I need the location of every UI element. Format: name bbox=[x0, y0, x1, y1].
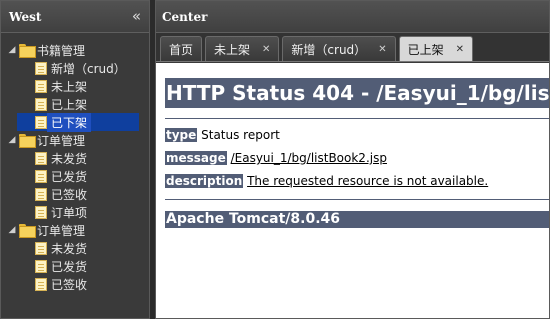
center-header: Center bbox=[156, 1, 549, 33]
tree-node-order-management-2[interactable]: ◢ 订单管理 bbox=[1, 221, 149, 239]
file-icon bbox=[35, 97, 47, 111]
message-label: message bbox=[165, 151, 227, 165]
description-value: The requested resource is not available. bbox=[247, 174, 489, 188]
tree-item-listed[interactable]: 已上架 bbox=[1, 95, 149, 113]
file-icon bbox=[35, 187, 47, 201]
close-icon[interactable]: ✕ bbox=[378, 44, 386, 55]
tree-item-shipped-2[interactable]: 已发货 bbox=[1, 257, 149, 275]
tab-label: 未上架 bbox=[214, 42, 251, 57]
file-icon bbox=[35, 151, 47, 165]
nav-tree: ◢ 书籍管理 新增（crud） 未上架 已上架 已下架 ◢ 订单管理 未发货 已… bbox=[1, 33, 149, 293]
description-label: description bbox=[165, 174, 244, 188]
collapse-icon[interactable]: « bbox=[132, 9, 141, 24]
tree-item-signed[interactable]: 已签收 bbox=[1, 185, 149, 203]
divider bbox=[165, 199, 549, 200]
tree-item-order-items[interactable]: 订单项 bbox=[1, 203, 149, 221]
file-icon bbox=[35, 61, 47, 75]
file-icon bbox=[35, 259, 47, 273]
tree-node-order-management[interactable]: ◢ 订单管理 bbox=[1, 131, 149, 149]
type-value: Status report bbox=[201, 128, 280, 142]
tab-label: 已上架 bbox=[407, 42, 444, 57]
tree-item-add-crud[interactable]: 新增（crud） bbox=[1, 59, 149, 77]
tab-content: HTTP Status 404 - /Easyui_1/bg/listBook2… bbox=[156, 63, 549, 318]
error-heading: HTTP Status 404 - /Easyui_1/bg/listBook2… bbox=[165, 78, 549, 108]
west-header: West « bbox=[1, 1, 149, 33]
tab-add-crud[interactable]: 新增（crud） ✕ bbox=[282, 36, 396, 61]
expand-arrow-icon[interactable]: ◢ bbox=[5, 45, 19, 55]
tree-node-book-management[interactable]: ◢ 书籍管理 bbox=[1, 41, 149, 59]
center-title: Center bbox=[162, 9, 208, 24]
divider bbox=[165, 118, 549, 119]
file-icon bbox=[35, 169, 47, 183]
folder-icon bbox=[19, 224, 36, 238]
tree-item-delisted[interactable]: 已下架 bbox=[17, 112, 139, 132]
tab-not-listed[interactable]: 未上架 ✕ bbox=[205, 36, 280, 61]
server-footer: Apache Tomcat/8.0.46 bbox=[165, 211, 549, 228]
tab-label: 首页 bbox=[169, 42, 194, 57]
tab-listed[interactable]: 已上架 ✕ bbox=[398, 36, 473, 61]
tab-home[interactable]: 首页 bbox=[160, 36, 203, 61]
tab-bar: 首页 未上架 ✕ 新增（crud） ✕ 已上架 ✕ bbox=[156, 33, 549, 62]
center-panel: Center 首页 未上架 ✕ 新增（crud） ✕ 已上架 ✕ HTTP St… bbox=[155, 0, 550, 319]
tree-item-not-listed[interactable]: 未上架 bbox=[1, 77, 149, 95]
close-icon[interactable]: ✕ bbox=[262, 44, 270, 55]
folder-icon bbox=[19, 134, 36, 148]
type-label: type bbox=[165, 128, 198, 142]
tree-item-not-shipped-2[interactable]: 未发货 bbox=[1, 239, 149, 257]
file-icon bbox=[35, 205, 47, 219]
file-icon bbox=[35, 79, 47, 93]
folder-icon bbox=[19, 44, 36, 58]
file-icon bbox=[35, 115, 47, 129]
west-panel: West « ◢ 书籍管理 新增（crud） 未上架 已上架 已下架 ◢ 订单管… bbox=[0, 0, 150, 319]
close-icon[interactable]: ✕ bbox=[456, 44, 464, 55]
message-value: /Easyui_1/bg/listBook2.jsp bbox=[230, 151, 387, 165]
west-title: West bbox=[9, 9, 42, 24]
message-line: message /Easyui_1/bg/listBook2.jsp bbox=[165, 151, 549, 165]
tree-item-not-shipped[interactable]: 未发货 bbox=[1, 149, 149, 167]
type-line: type Status report bbox=[165, 128, 549, 142]
expand-arrow-icon[interactable]: ◢ bbox=[5, 225, 19, 235]
description-line: description The requested resource is no… bbox=[165, 174, 549, 188]
tree-item-shipped[interactable]: 已发货 bbox=[1, 167, 149, 185]
tab-label: 新增（crud） bbox=[291, 42, 367, 57]
file-icon bbox=[35, 241, 47, 255]
file-icon bbox=[35, 277, 47, 291]
expand-arrow-icon[interactable]: ◢ bbox=[5, 135, 19, 145]
tree-item-signed-2[interactable]: 已签收 bbox=[1, 275, 149, 293]
